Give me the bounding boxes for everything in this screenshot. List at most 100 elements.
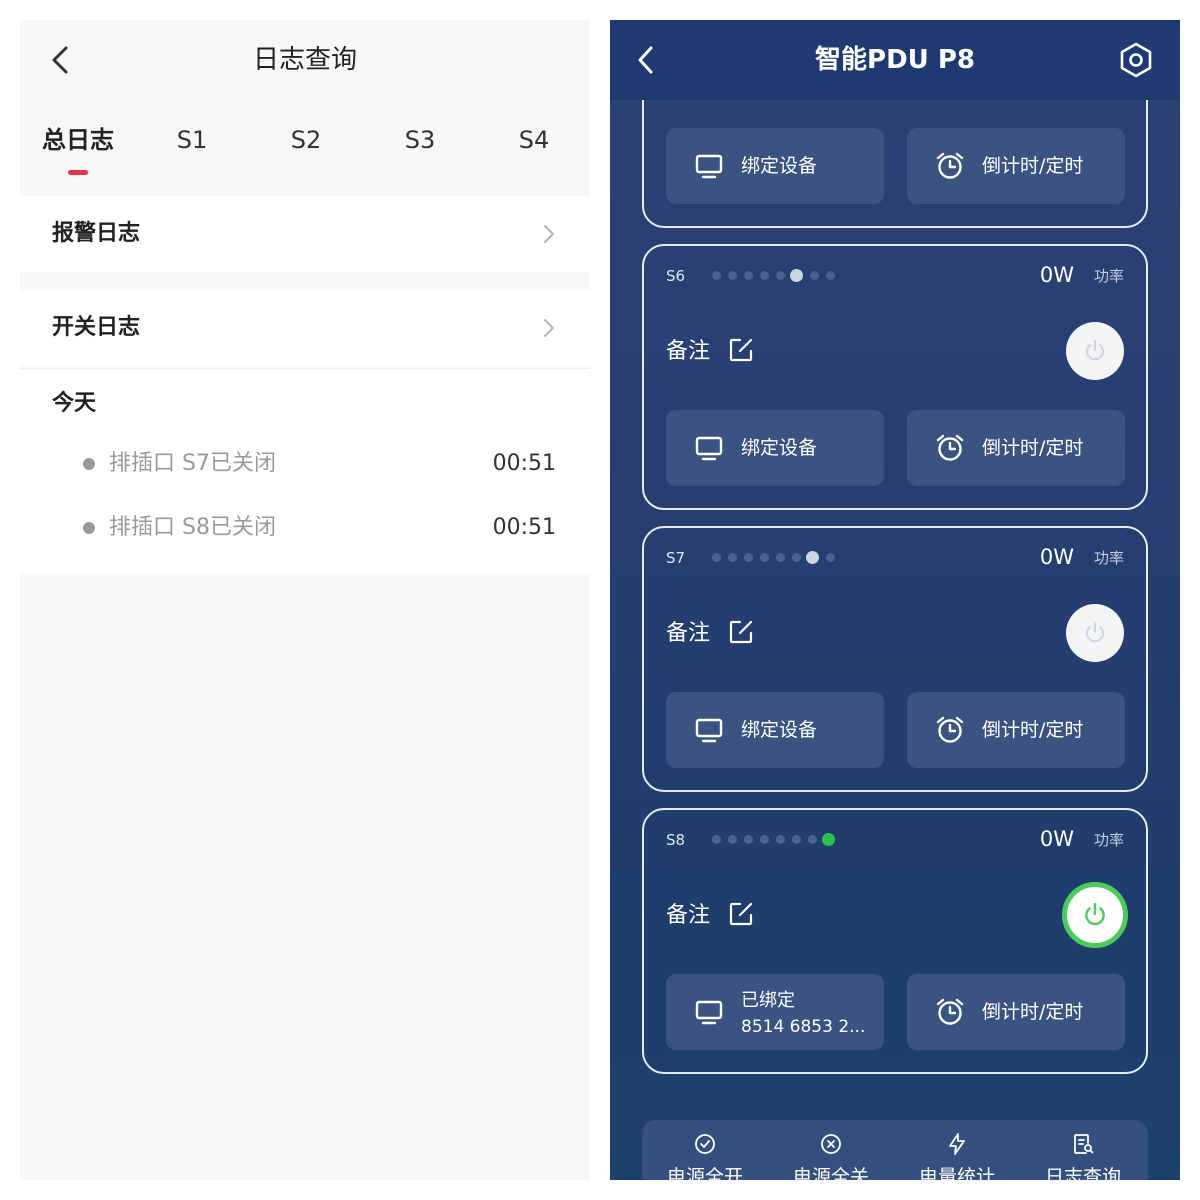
monitor-icon	[695, 718, 723, 743]
dot	[760, 553, 769, 562]
dot	[744, 835, 753, 844]
dot-active	[806, 551, 819, 564]
dot	[728, 553, 737, 562]
outlet-card-s8: S8 0W 功率 备注 已绑定 8514 6853 2... 倒计时/定时	[642, 808, 1148, 1074]
power-label: 功率	[1093, 549, 1124, 567]
timer-label: 倒计时/定时	[982, 1001, 1084, 1023]
log-query-label: 日志查询	[1044, 1166, 1121, 1180]
app-header: 智能PDU P8	[610, 20, 1180, 100]
dot	[776, 835, 785, 844]
timer-label: 倒计时/定时	[982, 437, 1084, 459]
settings-hexagon-icon[interactable]	[1118, 42, 1154, 78]
dot	[792, 835, 801, 844]
monitor-icon	[695, 436, 723, 461]
bound-device-button[interactable]: 已绑定 8514 6853 2...	[666, 974, 884, 1050]
dot	[760, 835, 769, 844]
page-title: 日志查询	[252, 45, 357, 75]
edit-icon[interactable]	[728, 337, 754, 363]
active-tab-indicator	[68, 170, 88, 175]
power-toggle-off[interactable]	[1066, 604, 1124, 662]
timer-label: 倒计时/定时	[982, 155, 1084, 177]
power-value: 0W	[1039, 263, 1074, 287]
energy-stats-label: 电量统计	[918, 1166, 995, 1180]
bullet-icon	[83, 458, 95, 470]
dot	[744, 271, 753, 280]
timer-button[interactable]: 倒计时/定时	[907, 974, 1125, 1050]
divider	[20, 368, 590, 369]
dot	[712, 271, 721, 280]
power-toggle-off[interactable]	[1066, 322, 1124, 380]
pdu-screen: 智能PDU P8 绑定设备 倒计时/定时 S6 0W 功率 备注 绑定设备 倒计…	[610, 20, 1180, 1180]
log-time: 00:51	[492, 515, 556, 540]
edit-icon[interactable]	[728, 619, 754, 645]
power-toggle-on[interactable]	[1062, 882, 1128, 948]
outlet-card-s7: S7 0W 功率 备注 绑定设备 倒计时/定时	[642, 526, 1148, 792]
log-query-screen: 日志查询 总日志 S1 S2 S3 S4 报警日志 开关日志 今天 排插口 S7…	[20, 20, 590, 1180]
bind-device-button[interactable]: 绑定设备	[666, 410, 884, 486]
note-label: 备注	[666, 339, 711, 364]
power-icon	[1086, 622, 1104, 643]
check-circle-icon	[695, 1134, 715, 1154]
dot	[810, 271, 819, 280]
list-item: 排插口 S7已关闭 00:51	[20, 444, 590, 484]
log-time: 00:51	[492, 451, 556, 476]
power-label: 功率	[1093, 267, 1124, 285]
timer-button[interactable]: 倒计时/定时	[907, 128, 1125, 204]
dot-active	[790, 269, 803, 282]
outlet-id: S7	[666, 549, 686, 567]
list-item: 排插口 S8已关闭 00:51	[20, 508, 590, 548]
tab-s1[interactable]: S1	[142, 120, 242, 160]
switch-log-row[interactable]: 开关日志	[20, 290, 590, 366]
switch-log-label: 开关日志	[52, 315, 141, 340]
dot	[728, 835, 737, 844]
chevron-right-icon	[544, 225, 554, 243]
monitor-icon	[695, 1000, 723, 1025]
alarm-log-row[interactable]: 报警日志	[20, 196, 590, 272]
power-label: 功率	[1093, 831, 1124, 849]
alarm-clock-icon	[936, 716, 964, 743]
log-header: 日志查询 总日志 S1 S2 S3 S4	[20, 20, 590, 195]
note-label: 备注	[666, 621, 711, 646]
chevron-right-icon	[544, 319, 554, 337]
bind-device-label: 绑定设备	[741, 155, 818, 177]
bind-status-label: 已绑定	[741, 990, 795, 1011]
alarm-log-label: 报警日志	[52, 221, 141, 246]
all-on-button[interactable]: 电源全开	[642, 1132, 768, 1180]
all-off-button[interactable]: 电源全关	[768, 1132, 894, 1180]
dot	[826, 271, 835, 280]
log-text: 排插口 S8已关闭	[109, 515, 276, 540]
alarm-clock-icon	[936, 998, 964, 1025]
log-list: 今天 排插口 S7已关闭 00:51 排插口 S8已关闭 00:51	[20, 368, 590, 574]
tab-s4[interactable]: S4	[484, 120, 584, 160]
bound-device-id: 8514 6853 2...	[741, 1017, 866, 1037]
power-icon	[1086, 340, 1104, 361]
outlet-id: S6	[666, 267, 686, 285]
bind-device-button[interactable]: 绑定设备	[666, 692, 884, 768]
tab-all-logs[interactable]: 总日志	[28, 120, 128, 160]
energy-stats-button[interactable]: 电量统计	[894, 1132, 1020, 1180]
timer-button[interactable]: 倒计时/定时	[907, 410, 1125, 486]
power-icon	[1085, 902, 1105, 926]
dot	[728, 271, 737, 280]
date-heading: 今天	[52, 391, 97, 416]
dot	[712, 835, 721, 844]
edit-icon[interactable]	[728, 901, 754, 927]
alarm-clock-icon	[936, 434, 964, 461]
lightning-icon	[949, 1133, 965, 1155]
all-off-label: 电源全关	[792, 1166, 869, 1180]
dot	[760, 271, 769, 280]
dot	[792, 553, 801, 562]
bind-device-button[interactable]: 绑定设备	[666, 128, 884, 204]
tab-s2[interactable]: S2	[256, 120, 356, 160]
log-tabs: 总日志 S1 S2 S3 S4	[20, 120, 590, 180]
monitor-icon	[695, 154, 723, 179]
dot	[826, 553, 835, 562]
log-query-button[interactable]: 日志查询	[1020, 1132, 1146, 1180]
timer-label: 倒计时/定时	[982, 719, 1084, 741]
bind-device-label: 绑定设备	[741, 437, 818, 459]
outlet-card-s6: S6 0W 功率 备注 绑定设备 倒计时/定时	[642, 244, 1148, 510]
timer-button[interactable]: 倒计时/定时	[907, 692, 1125, 768]
alarm-clock-icon	[936, 152, 964, 179]
bind-device-label: 绑定设备	[741, 719, 818, 741]
tab-s3[interactable]: S3	[370, 120, 470, 160]
